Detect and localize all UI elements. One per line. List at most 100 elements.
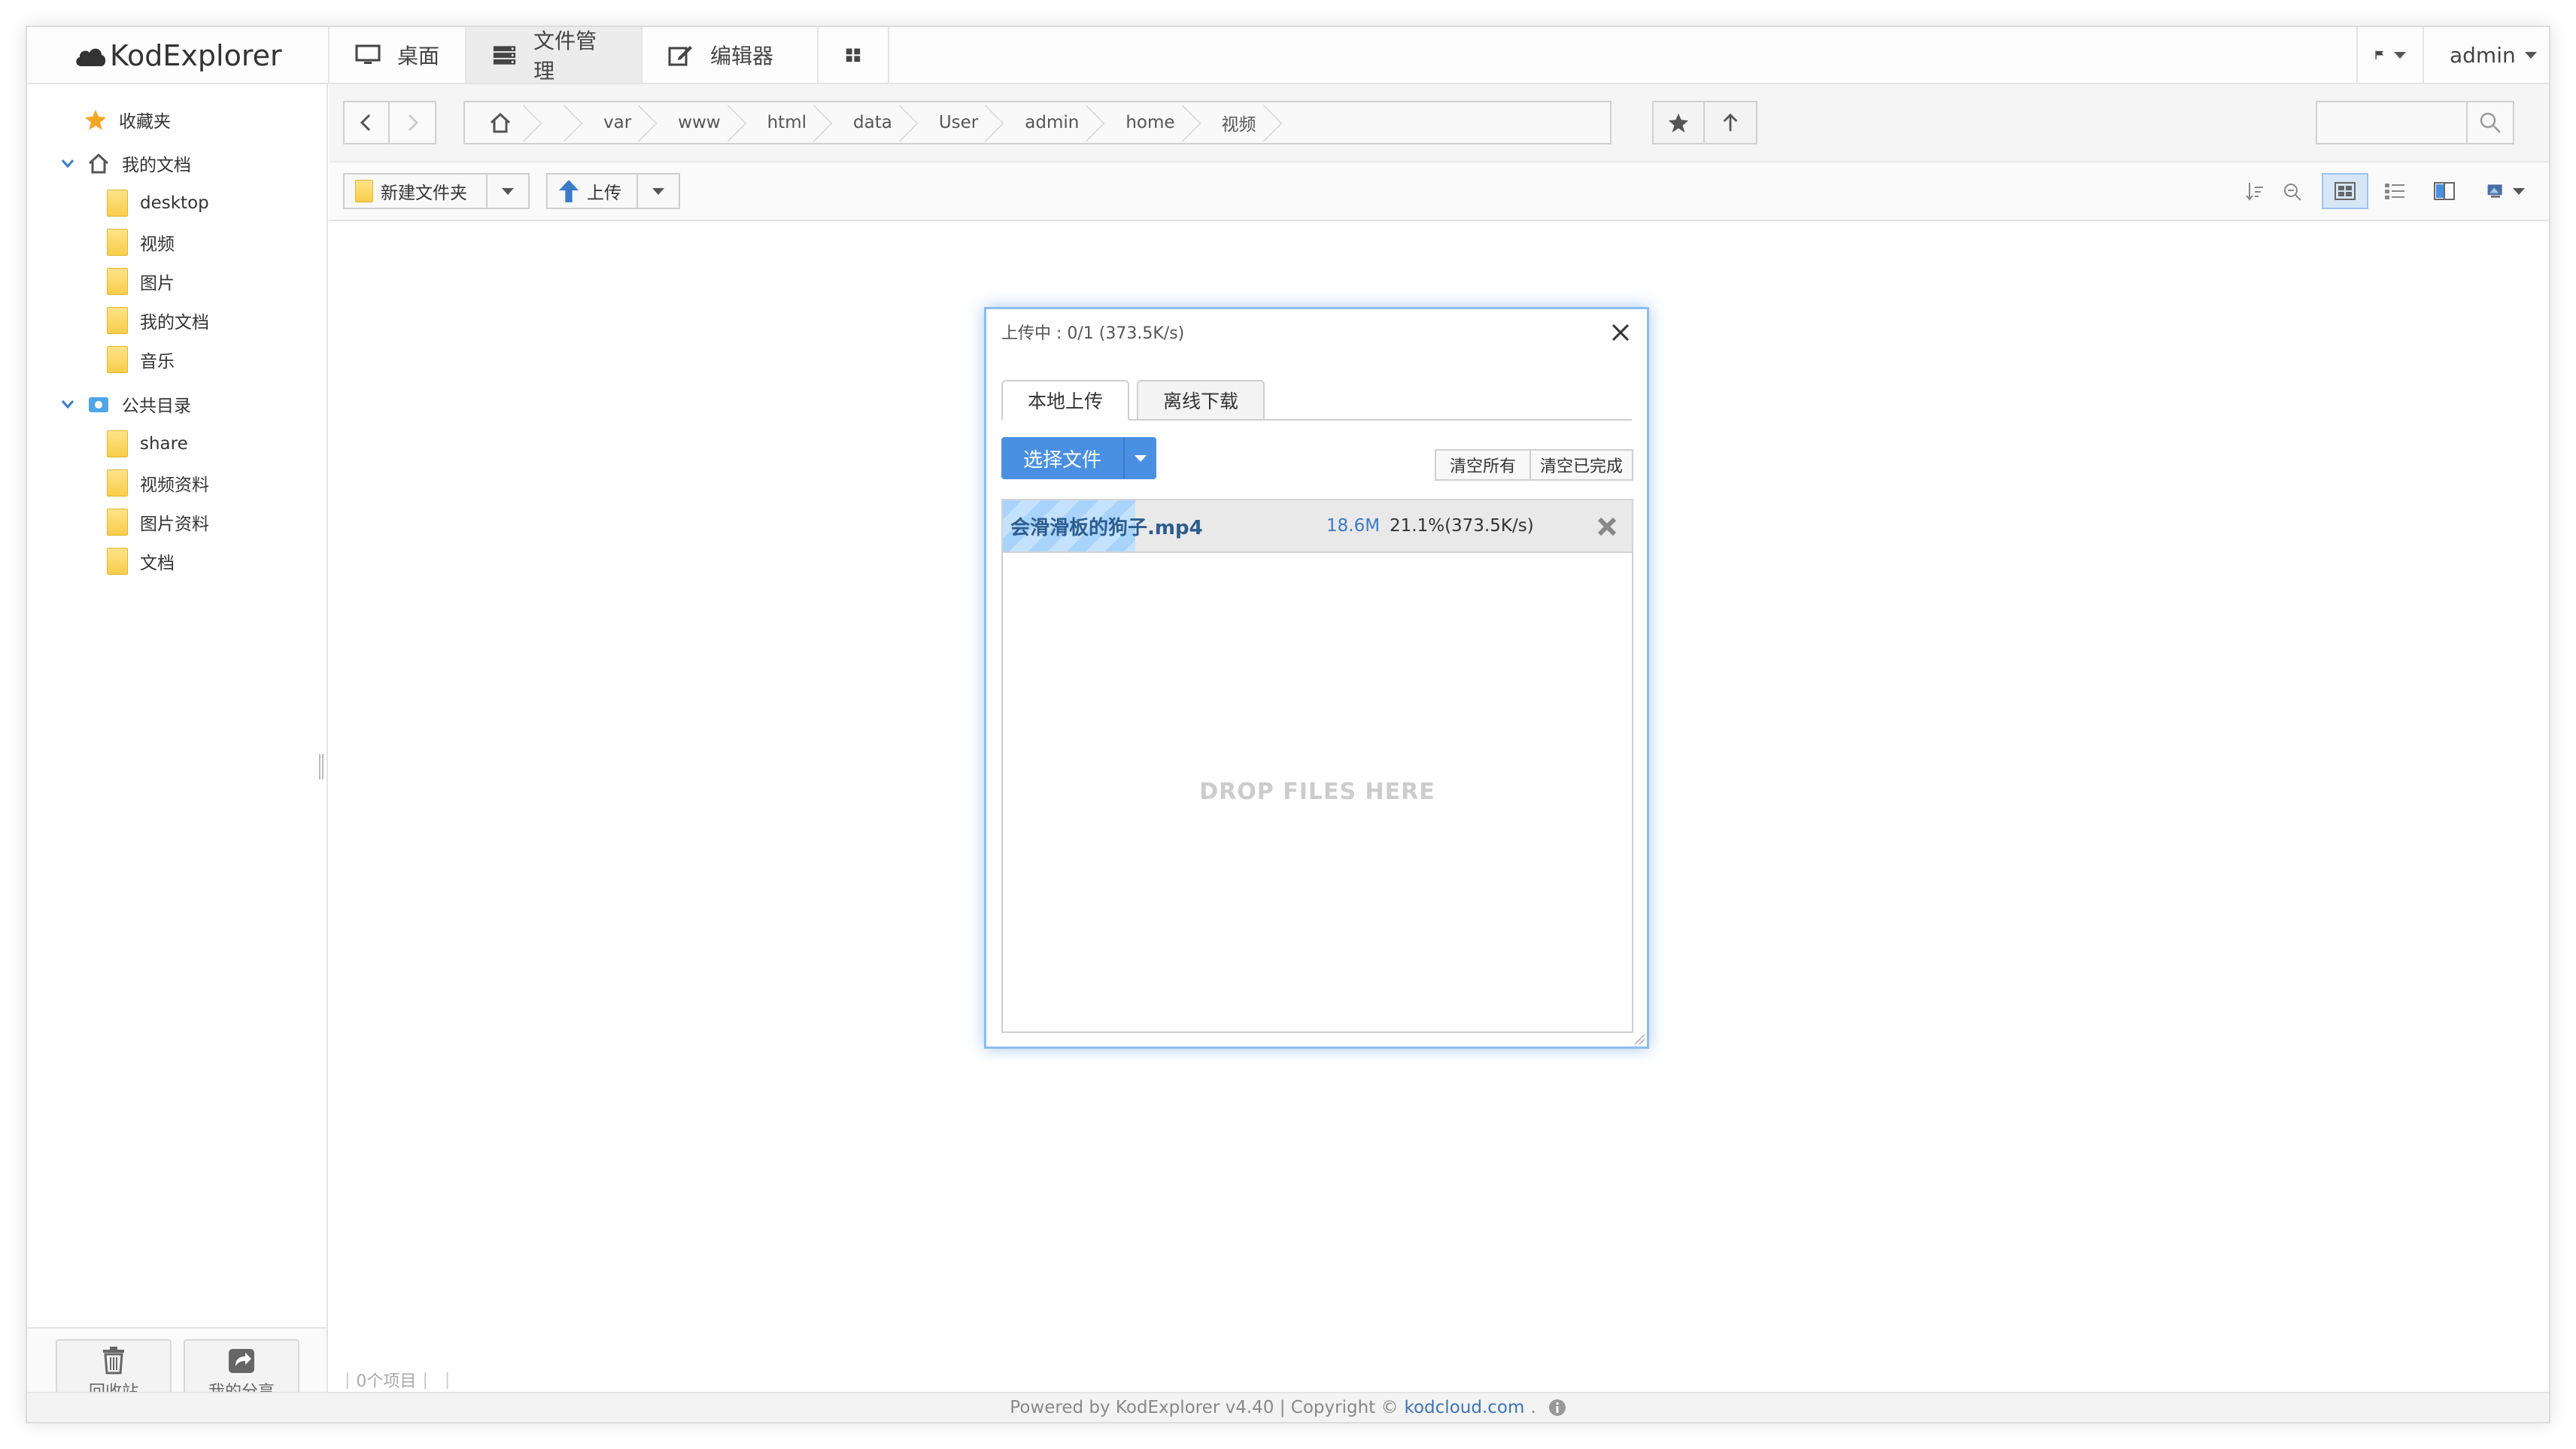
tab-desktop-label: 桌面 [397, 44, 440, 68]
app-logo[interactable]: KodExplorer [74, 38, 282, 74]
tab-file-manager[interactable]: 文件管理 [465, 27, 641, 84]
zoom-icon [2284, 184, 2301, 201]
theme-menu[interactable] [2471, 173, 2540, 209]
breadcrumb-item[interactable]: home [1098, 102, 1194, 143]
user-menu[interactable]: admin [2423, 27, 2549, 83]
folder-icon [107, 430, 128, 457]
theme-icon [2487, 184, 2502, 198]
zoom-button[interactable] [2275, 173, 2310, 209]
sidebar-item-pictures[interactable]: 图片 [107, 268, 175, 295]
close-icon[interactable] [1608, 320, 1633, 345]
sidebar-item-image-materials[interactable]: 图片资料 [107, 509, 209, 536]
favorite-button[interactable] [1652, 101, 1705, 144]
sidebar-resize-handle[interactable] [319, 754, 324, 779]
arrow-up-icon [1723, 113, 1738, 132]
logo-text: KodExplorer [110, 39, 282, 72]
sort-icon [2246, 183, 2263, 201]
tab-desktop[interactable]: 桌面 [328, 27, 465, 83]
folder-icon [107, 229, 128, 256]
sidebar-item-label: 文档 [140, 554, 175, 573]
breadcrumb-item[interactable]: html [740, 102, 826, 143]
grid-icon [846, 48, 861, 62]
info-icon[interactable] [1548, 1399, 1566, 1417]
edit-icon [668, 46, 692, 66]
new-folder-button[interactable]: 新建文件夹 [343, 173, 488, 209]
tab-local-upload[interactable]: 本地上传 [1001, 380, 1129, 421]
tab-file-manager-label: 文件管理 [533, 29, 597, 84]
sidebar-item-favorites[interactable]: 收藏夹 [84, 107, 171, 132]
breadcrumb-home[interactable] [465, 102, 536, 143]
sort-button[interactable] [2237, 173, 2272, 209]
language-menu[interactable] [2356, 27, 2423, 83]
sidebar-item-music[interactable]: 音乐 [107, 346, 175, 373]
sidebar-item-desktop[interactable]: desktop [107, 190, 209, 217]
upload-button[interactable]: 上传 [546, 173, 638, 209]
search-button[interactable] [2466, 102, 2513, 143]
breadcrumb-item[interactable]: var [576, 102, 651, 143]
sidebar: 收藏夹 我的文档 desktop 视频 图片 我的文档 音乐 公共目录 shar… [27, 84, 328, 1416]
clear-all-button[interactable]: 清空所有 [1435, 449, 1531, 481]
footer-link[interactable]: kodcloud.com [1404, 1398, 1524, 1417]
breadcrumb-item[interactable]: www [651, 102, 740, 143]
toolbar: 新建文件夹 上传 [330, 163, 2549, 221]
file-size: 18.6M [1326, 516, 1381, 536]
sidebar-item-label: 音乐 [140, 352, 175, 372]
sidebar-item-label: 我的文档 [140, 313, 209, 333]
sidebar-item-label: share [140, 434, 188, 454]
monitor-icon [355, 44, 381, 64]
footer-suffix: . [1530, 1398, 1536, 1417]
new-folder-dropdown[interactable] [488, 173, 530, 209]
folder-icon [107, 469, 128, 497]
tab-editor[interactable]: 编辑器 [641, 27, 817, 83]
icon-view-button[interactable] [2322, 173, 2368, 209]
folder-icon [107, 509, 128, 536]
server-icon [493, 46, 516, 65]
up-level-button[interactable] [1705, 101, 1757, 144]
home-icon [490, 112, 511, 133]
sidebar-item-share[interactable]: share [107, 430, 188, 457]
remove-file-icon[interactable] [1596, 515, 1618, 538]
drop-zone-text: DROP FILES HERE [1199, 778, 1435, 805]
breadcrumb-item[interactable]: data [826, 102, 912, 143]
select-files-dropdown[interactable] [1123, 437, 1156, 479]
chevron-down-icon [61, 159, 74, 169]
back-button[interactable] [343, 101, 390, 144]
clear-completed-button[interactable]: 清空已完成 [1530, 449, 1633, 481]
split-view-button[interactable] [2421, 173, 2468, 209]
search-box [2316, 101, 2514, 144]
sidebar-item-video-materials[interactable]: 视频资料 [107, 469, 209, 497]
clear-completed-label: 清空已完成 [1539, 457, 1623, 476]
sidebar-item-label: 收藏夹 [119, 112, 171, 132]
resize-grip-icon[interactable] [1632, 1031, 1645, 1045]
select-files-button[interactable]: 选择文件 [1001, 437, 1156, 479]
folder-icon [107, 190, 128, 217]
list-view-button[interactable] [2371, 173, 2418, 209]
search-input[interactable] [2317, 102, 2468, 143]
dialog-tabs: 本地上传 离线下载 [1001, 378, 1632, 421]
status-divider: | [444, 1370, 451, 1390]
footer: Powered by KodExplorer v4.40 | Copyright… [27, 1392, 2549, 1422]
breadcrumb-item[interactable]: 视频 [1195, 102, 1276, 143]
user-name: admin [2450, 42, 2516, 68]
upload-arrow-icon [558, 180, 579, 202]
tab-offline-download[interactable]: 离线下载 [1137, 380, 1265, 421]
sidebar-item-my-docs[interactable]: 我的文档 [60, 150, 191, 176]
sidebar-item-label: 图片资料 [140, 515, 209, 534]
share-icon [229, 1349, 254, 1373]
upload-dropdown[interactable] [638, 173, 680, 209]
drop-zone[interactable]: DROP FILES HERE [1001, 551, 1633, 1033]
forward-button[interactable] [390, 101, 436, 144]
status-divider: | [345, 1370, 351, 1390]
sidebar-item-documents[interactable]: 我的文档 [107, 307, 209, 334]
upload-dialog: 上传中 : 0/1 (373.5K/s) 本地上传 离线下载 选择文件 清空所有… [984, 307, 1649, 1049]
breadcrumb-item[interactable]: admin [998, 102, 1098, 143]
home-icon [88, 153, 109, 174]
breadcrumb-item[interactable]: User [912, 102, 998, 143]
tab-apps[interactable] [817, 27, 889, 83]
sidebar-item-docs[interactable]: 文档 [107, 548, 175, 575]
sidebar-item-public[interactable]: 公共目录 [60, 391, 191, 417]
icon-view-icon [2334, 182, 2356, 200]
breadcrumb: var www html data User admin home 视频 [463, 101, 1612, 144]
path-bar: var www html data User admin home 视频 [330, 84, 2549, 163]
sidebar-item-videos[interactable]: 视频 [107, 229, 175, 256]
